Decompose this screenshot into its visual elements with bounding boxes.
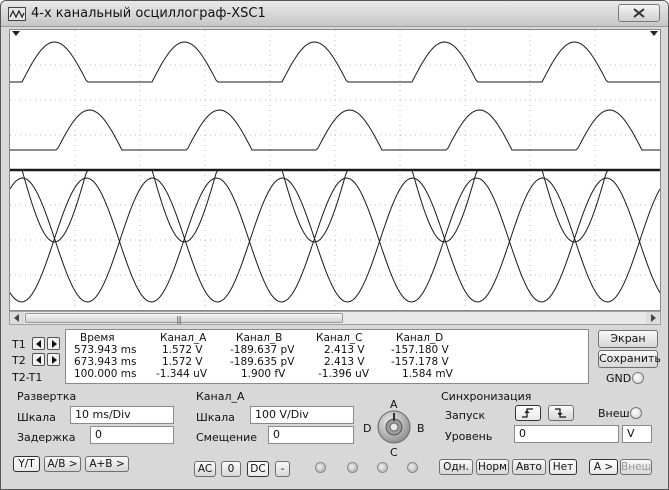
trigger-a-button[interactable]: A >: [589, 459, 618, 475]
yt-button[interactable]: Y/T: [13, 456, 40, 472]
cell-time: 573.943 ms: [74, 344, 137, 356]
channel-offset-label: Смещение: [196, 431, 257, 444]
gnd-label: GND: [606, 372, 632, 385]
a-plus-b-button[interactable]: A+B >: [85, 456, 129, 472]
header-channel-d: Канал_D: [396, 332, 444, 344]
ac-button[interactable]: AC: [194, 461, 216, 477]
trigger-level-field[interactable]: 0: [514, 425, 619, 443]
oscilloscope-app-icon: [8, 7, 26, 21]
cursor-t2-marker: [650, 31, 658, 36]
trigger-ext-button[interactable]: Внеш: [620, 459, 652, 475]
channel-offset-field[interactable]: 0: [268, 426, 354, 444]
arrow-left-icon: [36, 356, 41, 364]
screen-button[interactable]: Экран: [598, 330, 658, 348]
t2-left-button[interactable]: [32, 353, 45, 366]
channel-scale-label: Шкала: [196, 411, 235, 424]
rising-edge-icon: [522, 408, 533, 418]
cell-channel-c: 2.413 V: [324, 344, 365, 356]
knob-label-c: C: [390, 446, 398, 459]
auto-button[interactable]: Авто: [512, 459, 546, 475]
arrow-left-icon: [36, 340, 41, 348]
header-channel-c: Канал_C: [316, 332, 363, 344]
trigger-level-label: Уровень: [445, 430, 493, 443]
header-time: Время: [80, 332, 115, 344]
title-bar[interactable]: 4-х канальный осциллограф-XSC1: [1, 1, 668, 27]
oscilloscope-window: 4-х канальный осциллограф-XSC1 ||| T1 T2…: [0, 0, 669, 490]
window-title: 4-х канальный осциллограф-XSC1: [31, 6, 266, 21]
cell-channel-a: 1.572 V: [162, 344, 203, 356]
save-button[interactable]: Сохранить: [598, 350, 661, 368]
scroll-right-arrow[interactable]: [646, 312, 660, 324]
cell-time: 673.943 ms: [74, 356, 137, 368]
scroll-grip: |||: [176, 315, 182, 324]
cursor-t2t1-label: T2-T1: [12, 371, 43, 384]
measurement-row-t2t1: 100.000 ms -1.344 uV 1.900 fV -1.396 uV …: [66, 368, 586, 380]
zero-button[interactable]: 0: [221, 461, 241, 477]
timebase-delay-label: Задержка: [17, 431, 76, 444]
cell-channel-a: 1.572 V: [162, 356, 203, 368]
falling-edge-button[interactable]: [548, 405, 574, 421]
t1-left-button[interactable]: [32, 337, 45, 350]
timebase-title: Развертка: [17, 390, 77, 403]
cell-channel-c: 2.413 V: [324, 356, 365, 368]
timebase-delay-field[interactable]: 0: [90, 426, 174, 444]
knob-label-d: D: [363, 422, 372, 435]
cell-channel-b: -189.637 pV: [230, 344, 295, 356]
channel-title: Канал_A: [196, 390, 245, 403]
none-button[interactable]: Нет: [549, 459, 577, 475]
t2-right-button[interactable]: [47, 353, 60, 366]
trigger-level-unit[interactable]: V: [622, 425, 652, 443]
probe-indicator-1: [315, 462, 326, 473]
arrow-right-icon: [52, 340, 57, 348]
cell-channel-c: -1.396 uV: [318, 368, 370, 380]
probe-indicator-2: [347, 462, 358, 473]
knob-label-b: B: [417, 422, 425, 435]
trigger-edge-label: Запуск: [445, 409, 486, 422]
time-scrollbar[interactable]: |||: [9, 311, 661, 325]
header-channel-b: Канал_B: [236, 332, 283, 344]
scroll-left-arrow[interactable]: [10, 312, 24, 324]
header-channel-a: Канал_A: [160, 332, 207, 344]
cursor-t1-label: T1: [12, 338, 26, 351]
probe-indicator-4: [407, 462, 418, 473]
cell-channel-d: -157.178 V: [391, 356, 449, 368]
cell-channel-b: 1.900 fV: [241, 368, 286, 380]
dc-button[interactable]: DC: [247, 461, 269, 477]
cursor-t2-label: T2: [12, 354, 26, 367]
minus-button[interactable]: -: [275, 461, 290, 477]
probe-indicator-3: [377, 462, 388, 473]
channel-selector-knob[interactable]: [376, 409, 412, 445]
waveform-display: [10, 30, 660, 310]
rising-edge-button[interactable]: [515, 405, 541, 421]
cursor-t1-marker: [12, 31, 20, 36]
scroll-thumb[interactable]: |||: [25, 313, 343, 324]
trigger-ext-radio[interactable]: [630, 407, 642, 419]
cell-channel-a: -1.344 uV: [156, 368, 208, 380]
cell-channel-d: 1.584 mV: [402, 368, 453, 380]
close-button[interactable]: [618, 4, 660, 22]
measurement-row-t1: 573.943 ms 1.572 V -189.637 pV 2.413 V -…: [66, 344, 586, 356]
measurement-header-row: Время Канал_A Канал_B Канал_C Канал_D: [66, 332, 586, 344]
ab-button[interactable]: A/B >: [44, 456, 81, 472]
channel-scale-field[interactable]: 100 V/Div: [250, 406, 354, 424]
t1-right-button[interactable]: [47, 337, 60, 350]
timebase-scale-label: Шкала: [17, 411, 56, 424]
arrow-right-icon: [651, 314, 656, 322]
cell-time: 100.000 ms: [74, 368, 137, 380]
timebase-scale-field[interactable]: 10 ms/Div: [70, 406, 174, 424]
cell-channel-b: -189.635 pV: [230, 356, 295, 368]
single-button[interactable]: Одн.: [439, 459, 473, 475]
falling-edge-icon: [555, 408, 566, 418]
arrow-right-icon: [52, 356, 57, 364]
close-icon: [633, 8, 645, 18]
oscilloscope-screen[interactable]: [9, 29, 661, 311]
measurement-row-t2: 673.943 ms 1.572 V -189.635 pV 2.413 V -…: [66, 356, 586, 368]
gnd-radio[interactable]: [632, 372, 644, 384]
measurement-table: Время Канал_A Канал_B Канал_C Канал_D 57…: [65, 329, 589, 384]
trigger-ext-label: Внеш: [598, 407, 630, 420]
trigger-title: Синхронизация: [441, 390, 532, 403]
cell-channel-d: -157.180 V: [391, 344, 449, 356]
normal-button[interactable]: Норм: [476, 459, 509, 475]
arrow-left-icon: [14, 314, 19, 322]
